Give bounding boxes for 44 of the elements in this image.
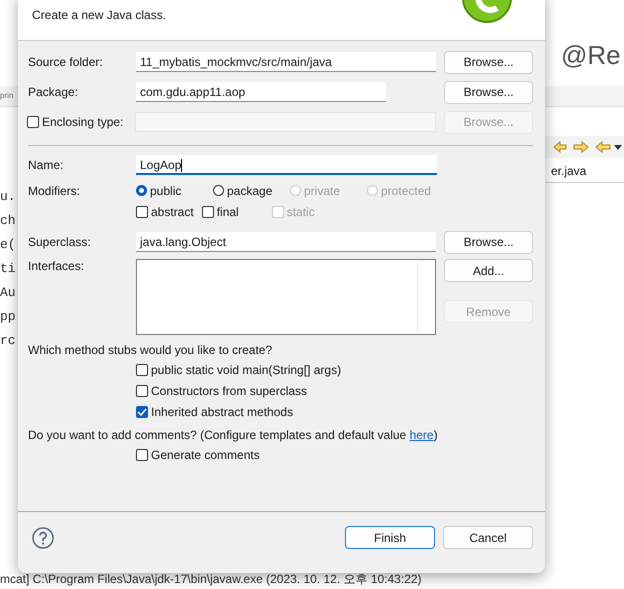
dialog-button[interactable]: Cancel (443, 526, 533, 549)
stub-checkbox[interactable]: Inherited abstract methods (136, 401, 525, 422)
browse-button[interactable]: Browse... (444, 80, 533, 104)
field-label: Interfaces: (28, 259, 86, 273)
code-line: ch (0, 212, 16, 230)
code-line: ti (0, 260, 16, 278)
field-label: Package: (28, 85, 80, 99)
editor-tab[interactable]: er.java (551, 164, 586, 178)
dialog-description: Create a new Java class. (32, 8, 166, 22)
question-text: Do you want to add comments? (Configure templates and default value here) (28, 428, 439, 444)
console-text: mcat] C:\Program Files\Java\jdk-17\bin\javaw.exe (2023. 10. 12. 오후 10:43:22) (0, 571, 422, 588)
field-label: Source folder: (28, 55, 104, 69)
field-label: Name: (28, 158, 64, 172)
name-field[interactable]: LogAop (136, 155, 437, 175)
code-line: pp (0, 308, 16, 326)
field-label: Modifiers: (28, 184, 82, 198)
code-line: rc (0, 332, 16, 350)
enclosing-type-checkbox[interactable]: Enclosing type: (27, 115, 135, 129)
modifier-checkbox[interactable]: final (202, 204, 239, 218)
code-line: u. (0, 188, 16, 206)
toolbar-text: prin (0, 91, 14, 100)
browse-button[interactable]: Browse... (444, 50, 533, 74)
interfaces-list[interactable] (136, 259, 436, 335)
comments-checkbox[interactable]: Generate comments (136, 444, 525, 465)
text-field[interactable]: com.gdu.app11.aop (136, 82, 386, 102)
code-line: e( (0, 236, 16, 254)
stub-checkbox[interactable]: Constructors from superclass (136, 380, 525, 401)
help-icon[interactable] (32, 526, 54, 548)
dialog-button[interactable]: Finish (345, 526, 435, 549)
navigation-arrows-icon[interactable] (552, 140, 622, 154)
checkmark-icon (137, 406, 147, 416)
browse-button[interactable]: Browse... (444, 230, 533, 254)
stub-checkbox[interactable]: public static void main(String[] args) (136, 359, 525, 380)
interface-button[interactable]: Add... (444, 259, 533, 282)
annotation-text: @Re (561, 40, 621, 71)
question-text: Which method stubs would you like to create? (28, 343, 274, 359)
modifier-radio[interactable]: package (213, 184, 290, 198)
modifier-checkbox[interactable]: abstract (136, 204, 194, 218)
modifier-radio[interactable]: public (136, 184, 213, 198)
text-field[interactable]: 11_mybatis_mockmvc/src/main/java (136, 52, 436, 72)
superclass-field[interactable]: java.lang.Object (136, 232, 436, 252)
templates-link[interactable]: here (410, 428, 434, 442)
code-line: Au (0, 284, 16, 302)
field-label: Superclass: (28, 235, 92, 249)
